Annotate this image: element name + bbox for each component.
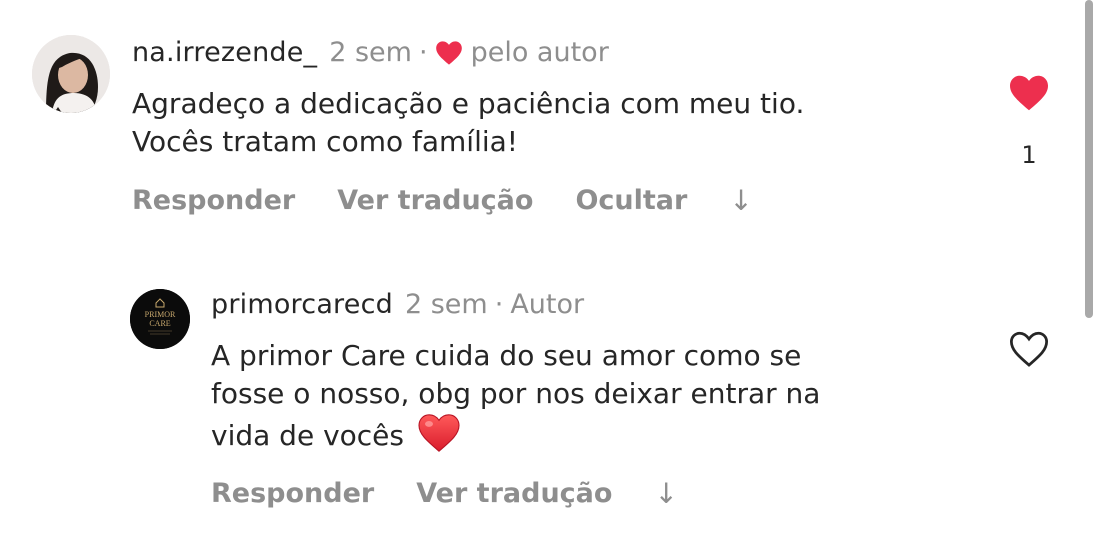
reply-button[interactable]: Responder <box>211 478 374 509</box>
logo-text: PRIMOR <box>145 310 176 319</box>
arrow-down-icon[interactable]: ↓ <box>654 477 677 510</box>
avatar[interactable]: PRIMOR CARE <box>130 289 190 349</box>
liked-by-author-label: pelo autor <box>470 37 609 68</box>
avatar[interactable] <box>32 35 110 113</box>
comment-text-line: Vocês tratam como família! <box>132 125 519 158</box>
separator: · <box>494 289 504 320</box>
translate-button[interactable]: Ver tradução <box>416 478 612 509</box>
comment-header: na.irrezende_ 2 sem · pelo autor <box>132 37 609 68</box>
heart-outline-icon[interactable] <box>1008 330 1050 368</box>
hide-button[interactable]: Ocultar <box>575 185 687 216</box>
comment-text-line: fosse o nosso, obg por nos deixar entrar… <box>211 377 821 410</box>
comment-text-line: A primor Care cuida do seu amor como se <box>211 339 802 372</box>
comment-actions: Responder Ver tradução Ocultar ↓ <box>132 184 753 217</box>
comment-text-segment: vida de vocês <box>211 419 404 452</box>
comment-text: A primor Care cuida do seu amor como se … <box>211 337 820 455</box>
reply-button[interactable]: Responder <box>132 185 295 216</box>
comment-header: primorcarecd 2 sem · Autor <box>211 289 584 320</box>
separator: · <box>418 37 428 68</box>
scrollbar[interactable] <box>1085 0 1093 318</box>
translate-button[interactable]: Ver tradução <box>337 185 533 216</box>
timestamp: 2 sem <box>404 289 488 320</box>
heart-filled-icon[interactable] <box>1008 74 1050 112</box>
timestamp: 2 sem <box>329 37 412 68</box>
author-badge: Autor <box>510 289 585 320</box>
like-count: 1 <box>1021 141 1037 169</box>
username[interactable]: primorcarecd <box>211 289 393 320</box>
comment-text: Agradeço a dedicação e paciência com meu… <box>132 85 804 161</box>
comment-actions: Responder Ver tradução ↓ <box>211 477 678 510</box>
logo-text: CARE <box>149 319 170 328</box>
username[interactable]: na.irrezende_ <box>132 37 317 68</box>
arrow-down-icon[interactable]: ↓ <box>729 184 752 217</box>
red-heart-emoji-icon <box>418 414 460 452</box>
comment-text-line: Agradeço a dedicação e paciência com meu… <box>132 87 805 120</box>
user-photo <box>32 35 110 113</box>
comment-text-line: vida de vocês <box>211 413 820 455</box>
primor-care-logo: PRIMOR CARE <box>130 289 190 349</box>
heart-icon <box>435 40 462 65</box>
